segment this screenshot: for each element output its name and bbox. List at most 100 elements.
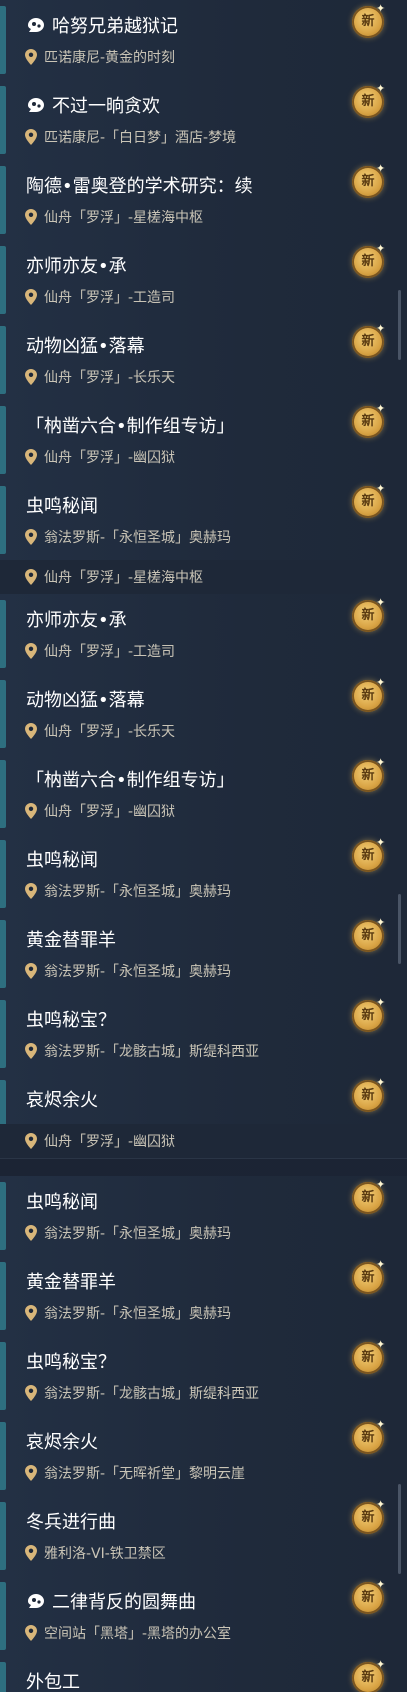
- quest-item[interactable]: 虫鸣秘闻 翁法罗斯-「永恒圣城」奥赫玛 新 ✦: [0, 1176, 407, 1257]
- partial-list-item[interactable]: 仙舟「罗浮」-幽囚狱: [0, 1124, 407, 1159]
- quest-item[interactable]: 外包工 新 ✦: [0, 1656, 407, 1692]
- partial-list-item[interactable]: 仙舟「罗浮」-星槎海中枢: [0, 560, 407, 595]
- item-accent-bar: [0, 1182, 6, 1250]
- quest-title: 哈努兄弟越狱记: [52, 16, 178, 37]
- quest-item[interactable]: 亦师亦友•承 仙舟「罗浮」-工造司 新 ✦: [0, 594, 407, 675]
- quest-list-screen: 哈努兄弟越狱记 匹诺康尼-黄金的时刻 新 ✦ 不过一晌贪欢 匹诺康尼-「白日梦」酒…: [0, 0, 407, 1692]
- quest-title: 陶德•雷奥登的学术研究：续: [26, 176, 253, 197]
- quest-item[interactable]: 动物凶猛•落幕 仙舟「罗浮」-长乐天 新 ✦: [0, 674, 407, 755]
- location-pin-icon: [25, 49, 37, 65]
- quest-title: 动物凶猛•落幕: [26, 690, 145, 711]
- item-accent-bar: [0, 246, 6, 314]
- location-pin-icon: [25, 449, 37, 465]
- location-pin-icon: [25, 963, 37, 979]
- quest-item[interactable]: 哀烬余火 翁法罗斯-「无晖祈堂」黎明云崖 新 ✦: [0, 1416, 407, 1497]
- quest-location: 仙舟「罗浮」-工造司: [44, 290, 176, 306]
- quest-location: 仙舟「罗浮」-幽囚狱: [44, 1134, 176, 1150]
- location-pin-icon: [25, 289, 37, 305]
- quest-location: 仙舟「罗浮」-星槎海中枢: [44, 570, 204, 586]
- quest-location: 匹诺康尼-黄金的时刻: [44, 50, 176, 66]
- scrollbar-thumb[interactable]: [398, 894, 401, 964]
- item-accent-bar: [0, 486, 6, 554]
- quest-location: 翁法罗斯-「龙骸古城」斯缇科西亚: [44, 1386, 260, 1402]
- quest-location: 翁法罗斯-「永恒圣城」奥赫玛: [44, 1306, 232, 1322]
- quest-item[interactable]: 黄金替罪羊 翁法罗斯-「永恒圣城」奥赫玛 新 ✦: [0, 914, 407, 995]
- quest-title: 动物凶猛•落幕: [26, 336, 145, 357]
- item-accent-bar: [0, 406, 6, 474]
- quest-title: 冬兵进行曲: [26, 1512, 116, 1533]
- sparkle-icon: ✦: [376, 1578, 386, 1591]
- sparkle-icon: ✦: [376, 756, 386, 769]
- item-accent-bar: [0, 326, 6, 394]
- quest-title: 「枘凿六合•制作组专访」: [26, 416, 235, 437]
- location-pin-icon: [25, 529, 37, 545]
- quest-item[interactable]: 二律背反的圆舞曲 空间站「黑塔」-黑塔的办公室 新 ✦: [0, 1576, 407, 1657]
- quest-location: 仙舟「罗浮」-长乐天: [44, 370, 176, 386]
- quest-title: 虫鸣秘宝？: [26, 1352, 116, 1373]
- quest-title: 虫鸣秘闻: [26, 850, 98, 871]
- quest-item[interactable]: 虫鸣秘闻 翁法罗斯-「永恒圣城」奥赫玛 新 ✦: [0, 480, 407, 560]
- quest-item[interactable]: 哀烬余火 新 ✦: [0, 1074, 407, 1124]
- quest-location: 仙舟「罗浮」-星槎海中枢: [44, 210, 204, 226]
- quest-list-segment-2[interactable]: 仙舟「罗浮」-星槎海中枢 亦师亦友•承 仙舟「罗浮」-工造司 新 ✦ 动物凶猛•落…: [0, 560, 407, 1124]
- quest-item[interactable]: 虫鸣秘宝？ 翁法罗斯-「龙骸古城」斯缇科西亚 新 ✦: [0, 994, 407, 1075]
- quest-title: 哀烬余火: [26, 1432, 98, 1453]
- sparkle-icon: ✦: [376, 242, 386, 255]
- quest-type-icon: [28, 18, 44, 32]
- quest-type-icon: [28, 98, 44, 112]
- location-pin-icon: [25, 129, 37, 145]
- item-accent-bar: [0, 1342, 6, 1410]
- quest-title: 虫鸣秘闻: [26, 496, 98, 517]
- item-accent-bar: [0, 1502, 6, 1570]
- quest-item[interactable]: 动物凶猛•落幕 仙舟「罗浮」-长乐天 新 ✦: [0, 320, 407, 401]
- sparkle-icon: ✦: [376, 2, 386, 15]
- location-pin-icon: [25, 723, 37, 739]
- quest-item[interactable]: 虫鸣秘闻 翁法罗斯-「永恒圣城」奥赫玛 新 ✦: [0, 834, 407, 915]
- quest-location: 翁法罗斯-「永恒圣城」奥赫玛: [44, 1226, 232, 1242]
- item-accent-bar: [0, 1000, 6, 1068]
- quest-item[interactable]: 「枘凿六合•制作组专访」 仙舟「罗浮」-幽囚狱 新 ✦: [0, 400, 407, 481]
- quest-item[interactable]: 不过一晌贪欢 匹诺康尼-「白日梦」酒店-梦境 新 ✦: [0, 80, 407, 161]
- item-accent-bar: [0, 840, 6, 908]
- quest-title: 虫鸣秘宝？: [26, 1010, 116, 1031]
- location-pin-icon: [25, 883, 37, 899]
- quest-item[interactable]: 冬兵进行曲 雅利洛-VI-铁卫禁区 新 ✦: [0, 1496, 407, 1577]
- quest-list-segment-3[interactable]: 仙舟「罗浮」-幽囚狱 虫鸣秘闻 翁法罗斯-「永恒圣城」奥赫玛 新 ✦ 黄金替罪羊 …: [0, 1124, 407, 1692]
- location-pin-icon: [25, 1625, 37, 1641]
- quest-list-segment-1[interactable]: 哈努兄弟越狱记 匹诺康尼-黄金的时刻 新 ✦ 不过一晌贪欢 匹诺康尼-「白日梦」酒…: [0, 0, 407, 560]
- quest-type-icon: [28, 1594, 44, 1608]
- quest-item[interactable]: 「枘凿六合•制作组专访」 仙舟「罗浮」-幽囚狱 新 ✦: [0, 754, 407, 835]
- sparkle-icon: ✦: [376, 82, 386, 95]
- item-accent-bar: [0, 760, 6, 828]
- sparkle-icon: ✦: [376, 482, 386, 495]
- quest-item[interactable]: 虫鸣秘宝？ 翁法罗斯-「龙骸古城」斯缇科西亚 新 ✦: [0, 1336, 407, 1417]
- quest-item[interactable]: 亦师亦友•承 仙舟「罗浮」-工造司 新 ✦: [0, 240, 407, 321]
- location-pin-icon: [25, 643, 37, 659]
- sparkle-icon: ✦: [376, 676, 386, 689]
- sparkle-icon: ✦: [376, 1076, 386, 1089]
- quest-location: 翁法罗斯-「永恒圣城」奥赫玛: [44, 884, 232, 900]
- quest-title: 「枘凿六合•制作组专访」: [26, 770, 235, 791]
- scrollbar-thumb[interactable]: [398, 1484, 401, 1574]
- item-accent-bar: [0, 1262, 6, 1330]
- sparkle-icon: ✦: [376, 596, 386, 609]
- item-accent-bar: [0, 86, 6, 154]
- sparkle-icon: ✦: [376, 836, 386, 849]
- sparkle-icon: ✦: [376, 1498, 386, 1511]
- quest-item[interactable]: 哈努兄弟越狱记 匹诺康尼-黄金的时刻 新 ✦: [0, 0, 407, 81]
- sparkle-icon: ✦: [376, 162, 386, 175]
- item-accent-bar: [0, 166, 6, 234]
- quest-title: 不过一晌贪欢: [52, 96, 160, 117]
- quest-item[interactable]: 黄金替罪羊 翁法罗斯-「永恒圣城」奥赫玛 新 ✦: [0, 1256, 407, 1337]
- quest-location: 仙舟「罗浮」-工造司: [44, 644, 176, 660]
- location-pin-icon: [25, 803, 37, 819]
- quest-location: 匹诺康尼-「白日梦」酒店-梦境: [44, 130, 237, 146]
- quest-item[interactable]: 陶德•雷奥登的学术研究：续 仙舟「罗浮」-星槎海中枢 新 ✦: [0, 160, 407, 241]
- scrollbar-thumb[interactable]: [398, 290, 401, 360]
- quest-title: 亦师亦友•承: [26, 610, 127, 631]
- item-accent-bar: [0, 920, 6, 988]
- quest-location: 翁法罗斯-「无晖祈堂」黎明云崖: [44, 1466, 246, 1482]
- sparkle-icon: ✦: [376, 996, 386, 1009]
- quest-title: 黄金替罪羊: [26, 930, 116, 951]
- location-pin-icon: [25, 1043, 37, 1059]
